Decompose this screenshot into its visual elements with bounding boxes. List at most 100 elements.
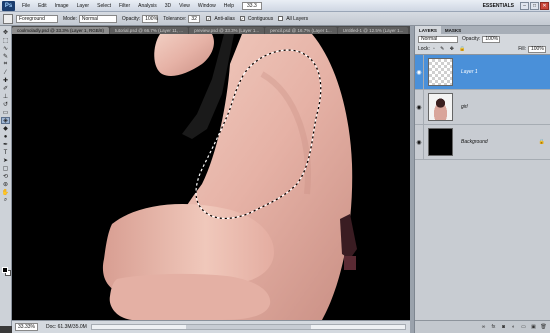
photoshop-logo: Ps bbox=[2, 0, 15, 11]
opacity-label: Opacity: bbox=[462, 36, 481, 42]
menu-layer[interactable]: Layer bbox=[73, 3, 94, 9]
antialias-label: Anti-alias bbox=[214, 15, 235, 22]
contiguous-label: Contiguous bbox=[247, 15, 274, 22]
history-brush-tool-icon[interactable]: ↺ bbox=[1, 101, 10, 108]
paint-bucket-tool-icon-box[interactable]: ◈ bbox=[1, 117, 10, 124]
scrollbar-thumb[interactable] bbox=[185, 325, 312, 329]
eyedropper-tool-icon[interactable]: ⁄ bbox=[1, 69, 10, 76]
close-button[interactable]: ✕ bbox=[540, 1, 549, 10]
paint-bucket-tool-icon[interactable] bbox=[3, 13, 13, 24]
menu-file[interactable]: File bbox=[18, 3, 34, 9]
zoom-level-dropdown[interactable]: 33.3 bbox=[242, 1, 262, 10]
horizontal-scrollbar[interactable] bbox=[90, 324, 406, 330]
dodge-tool-icon[interactable]: ● bbox=[1, 133, 10, 140]
toolbox: ✥ ⬚ ∿ ✎ ⌗ ⁄ ✚ ✐ ⊥ ↺ ▭ ◈ ◆ ● ✒ T ➤ ▢ ⟲ ⊛ … bbox=[0, 26, 12, 326]
opacity-field[interactable]: 100% bbox=[142, 14, 159, 23]
healing-tool-icon[interactable]: ✚ bbox=[1, 77, 10, 84]
new-layer-icon[interactable]: ▣ bbox=[530, 324, 537, 331]
layer-row-layer-1[interactable]: ◉ Layer 1 bbox=[415, 54, 550, 90]
mode-label: Mode: bbox=[63, 15, 77, 22]
fill-source-select[interactable]: Foreground bbox=[16, 14, 58, 23]
maximize-button[interactable]: □ bbox=[530, 1, 539, 10]
tolerance-field[interactable]: 32 bbox=[188, 14, 201, 23]
new-group-icon[interactable]: ▭ bbox=[520, 324, 527, 331]
menu-3d[interactable]: 3D bbox=[161, 3, 175, 9]
shape-tool-icon[interactable]: ▢ bbox=[1, 165, 10, 172]
layer-opacity-field[interactable]: 100% bbox=[482, 35, 501, 43]
menu-edit[interactable]: Edit bbox=[34, 3, 51, 9]
lasso-tool-icon[interactable]: ∿ bbox=[1, 45, 10, 52]
type-tool-icon[interactable]: T bbox=[1, 149, 10, 156]
document-size: Doc: 61.3M/35.0M bbox=[45, 324, 87, 330]
visibility-eye-icon[interactable]: ◉ bbox=[415, 89, 424, 125]
antialias-checkbox[interactable]: ✓ bbox=[206, 16, 212, 21]
path-select-tool-icon[interactable]: ➤ bbox=[1, 157, 10, 164]
add-mask-icon[interactable]: ◙ bbox=[500, 324, 507, 331]
layer-row-background[interactable]: ◉ Background 🔒 bbox=[415, 124, 550, 160]
layer-thumbnail bbox=[428, 93, 453, 121]
pen-tool-icon[interactable]: ✒ bbox=[1, 141, 10, 148]
alllayers-checkbox[interactable] bbox=[278, 16, 284, 21]
doc-tab[interactable]: pencil.psd @ 16.7% (Layer 1... bbox=[265, 27, 337, 34]
status-zoom-field[interactable]: 33.33% bbox=[15, 323, 38, 331]
menu-help[interactable]: Help bbox=[220, 3, 238, 9]
move-tool-icon[interactable]: ✥ bbox=[1, 29, 10, 36]
fill-field[interactable]: 100% bbox=[528, 45, 546, 53]
layer-row-girl[interactable]: ◉ girl bbox=[415, 89, 550, 125]
marquee-tool-icon[interactable]: ⬚ bbox=[1, 37, 10, 44]
brush-tool-icon[interactable]: ✐ bbox=[1, 85, 10, 92]
lock-fill-row: Lock: ▫ ✎ ✥ 🔒 Fill: 100% bbox=[415, 44, 550, 54]
clone-stamp-tool-icon[interactable]: ⊥ bbox=[1, 93, 10, 100]
layers-panel-footer: ∞ fx ◙ ◐ ▭ ▣ 🗑 bbox=[415, 320, 550, 333]
tab-layers[interactable]: LAYERS bbox=[415, 26, 441, 34]
3d-orbit-tool-icon[interactable]: ⊛ bbox=[1, 181, 10, 188]
mode-select[interactable]: Normal bbox=[78, 14, 117, 23]
contiguous-checkbox[interactable]: ✓ bbox=[239, 16, 245, 21]
doc-tab-active[interactable]: coolmoladly.psd @ 33.3% (Layer 1, RGB/8) bbox=[12, 27, 110, 34]
menu-filter[interactable]: Filter bbox=[115, 3, 134, 9]
link-layers-icon[interactable]: ∞ bbox=[480, 324, 487, 331]
minimize-button[interactable]: – bbox=[520, 1, 529, 10]
alllayers-label: All Layers bbox=[286, 15, 309, 22]
crop-tool-icon[interactable]: ⌗ bbox=[1, 61, 10, 68]
foreground-color-swatch[interactable] bbox=[2, 267, 8, 273]
menu-select[interactable]: Select bbox=[93, 3, 115, 9]
hand-tool-icon[interactable]: ✋ bbox=[1, 189, 10, 196]
delete-layer-icon[interactable]: 🗑 bbox=[540, 324, 547, 331]
doc-tab[interactable]: preview.psd @ 33.3% (Layer 1... bbox=[189, 27, 265, 34]
layers-list: ◉ Layer 1 ◉ girl ◉ Background 🔒 bbox=[415, 54, 550, 320]
layer-name: Layer 1 bbox=[461, 69, 478, 75]
tab-masks[interactable]: MASKS bbox=[441, 26, 465, 34]
menu-view[interactable]: View bbox=[175, 3, 194, 9]
3d-rotate-tool-icon[interactable]: ⟲ bbox=[1, 173, 10, 180]
quick-select-tool-icon[interactable]: ✎ bbox=[1, 53, 10, 60]
lock-label: Lock: bbox=[418, 46, 430, 52]
zoom-tool-icon[interactable]: ⌕ bbox=[1, 197, 10, 204]
menu-window[interactable]: Window bbox=[194, 3, 220, 9]
blend-mode-select[interactable]: Normal bbox=[418, 35, 458, 43]
layer-thumbnail bbox=[428, 58, 453, 86]
workspace-switcher[interactable]: ESSENTIALS bbox=[483, 3, 514, 9]
menu-image[interactable]: Image bbox=[51, 3, 73, 9]
lock-icon: 🔒 bbox=[538, 139, 545, 145]
document-tabs: coolmoladly.psd @ 33.3% (Layer 1, RGB/8)… bbox=[12, 26, 410, 34]
lock-icons[interactable]: ▫ ✎ ✥ 🔒 bbox=[433, 46, 468, 52]
doc-tab[interactable]: tutorial.psd @ 66.7% (Layer 11, ... bbox=[110, 27, 189, 34]
opacity-label: Opacity: bbox=[121, 15, 141, 22]
layers-panel: LAYERS MASKS Normal Opacity: 100% Lock: … bbox=[414, 26, 550, 333]
visibility-eye-icon[interactable]: ◉ bbox=[415, 54, 424, 90]
blend-opacity-row: Normal Opacity: 100% bbox=[415, 34, 550, 44]
fill-label: Fill: bbox=[518, 46, 526, 52]
layer-name: Background bbox=[461, 139, 488, 145]
doc-tab[interactable]: Untitled-1 @ 12.5% (Layer 1... bbox=[337, 27, 409, 34]
eraser-tool-icon[interactable]: ▭ bbox=[1, 109, 10, 116]
layer-style-icon[interactable]: fx bbox=[490, 324, 497, 331]
visibility-eye-icon[interactable]: ◉ bbox=[415, 124, 424, 160]
photoshop-window: Ps File Edit Image Layer Select Filter A… bbox=[0, 0, 550, 333]
adjustment-layer-icon[interactable]: ◐ bbox=[510, 324, 517, 331]
status-bar: 33.33% Doc: 61.3M/35.0M bbox=[12, 320, 410, 333]
document-canvas[interactable] bbox=[12, 34, 410, 320]
canvas-artwork bbox=[102, 34, 357, 320]
blur-tool-icon[interactable]: ◆ bbox=[1, 125, 10, 132]
menu-analysis[interactable]: Analysis bbox=[134, 3, 161, 9]
